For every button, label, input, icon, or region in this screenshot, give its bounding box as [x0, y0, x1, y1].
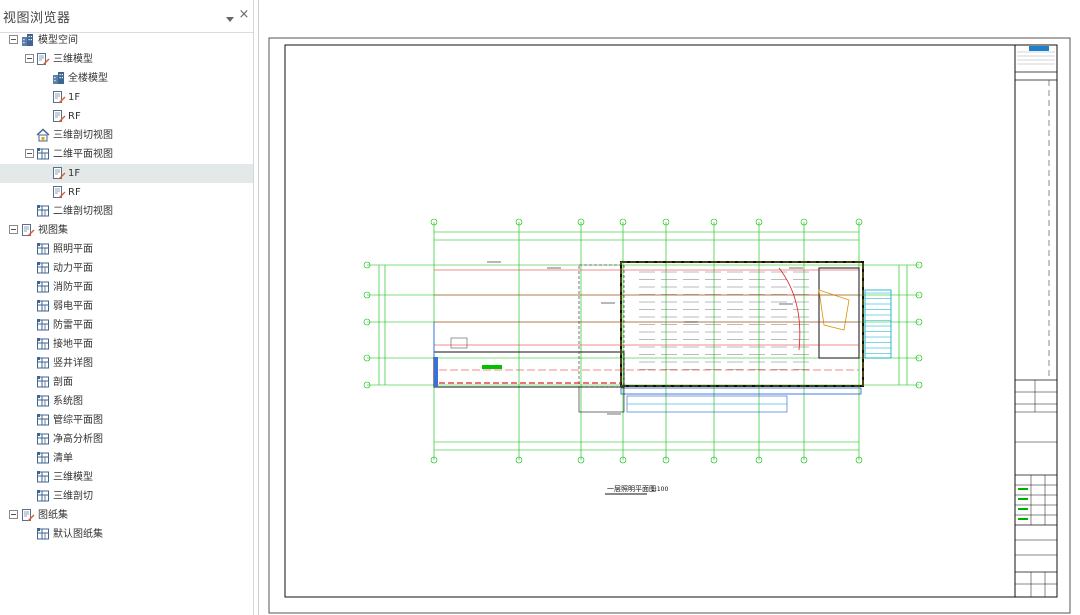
tree-item-label: 图纸集	[38, 510, 68, 521]
tree-item[interactable]: 剖面	[0, 373, 253, 392]
tree-item[interactable]: 动力平面	[0, 259, 253, 278]
tree-item-label: 1F	[68, 168, 81, 179]
tree-item[interactable]: 接地平面	[0, 335, 253, 354]
doc-edit-icon	[21, 508, 35, 522]
tree-item-label: 视图集	[38, 225, 68, 236]
sheet-outer-border	[268, 37, 1071, 614]
doc-edit-icon	[52, 90, 66, 104]
doc-edit-icon	[52, 109, 66, 123]
view-browser-panel: 视图浏览器 × 模型空间 三维模型 全楼模型 1F RF 三维剖切视图 二维平面视图 1F RF…	[0, 0, 254, 615]
plan-icon	[36, 337, 50, 351]
plan-icon	[36, 318, 50, 332]
tree-item[interactable]: 二维平面视图	[0, 145, 253, 164]
tree-item-label: 照明平面	[53, 244, 93, 255]
tree-item[interactable]: 三维模型	[0, 50, 253, 69]
tree-item-label: 模型空间	[38, 35, 78, 46]
dropdown-pin-icon[interactable]	[224, 10, 236, 22]
panel-header: 视图浏览器 ×	[0, 0, 253, 33]
tree-item-label: 1F	[68, 92, 81, 103]
plan-icon	[36, 356, 50, 370]
tree-item[interactable]: 默认图纸集	[0, 525, 253, 544]
tree-item-label: 二维平面视图	[53, 149, 113, 160]
tree-item-label: 二维剖切视图	[53, 206, 113, 217]
tree-item[interactable]: 全楼模型	[0, 69, 253, 88]
tree-item[interactable]: 净高分析图	[0, 430, 253, 449]
tree-item[interactable]: 消防平面	[0, 278, 253, 297]
doc-edit-icon	[21, 223, 35, 237]
plan-icon	[36, 242, 50, 256]
building-icon	[52, 71, 66, 85]
collapse-toggle-icon[interactable]	[25, 54, 34, 63]
plan-scale: 1:100	[651, 486, 668, 493]
tree-item[interactable]: 1F	[0, 88, 253, 107]
doc-edit-icon	[52, 166, 66, 180]
tree-item[interactable]: 三维剖切视图	[0, 126, 253, 145]
tree-item-label: 净高分析图	[53, 434, 103, 445]
drawing-sheet: 一层照明平面图 1:100	[268, 37, 1071, 614]
tree-item[interactable]: 照明平面	[0, 240, 253, 259]
plan-icon	[36, 489, 50, 503]
tree-item-label: RF	[68, 111, 81, 122]
tree-item-label: 三维模型	[53, 472, 93, 483]
plan-icon	[36, 299, 50, 313]
plan-title-group: 一层照明平面图 1:100	[605, 485, 668, 495]
tree-item-label: 全楼模型	[68, 73, 108, 84]
tree-item-label: 管综平面图	[53, 415, 103, 426]
tree-item-label: 系统图	[53, 396, 83, 407]
tree-item-label: RF	[68, 187, 81, 198]
collapse-toggle-icon[interactable]	[9, 225, 18, 234]
tree-item[interactable]: 视图集	[0, 221, 253, 240]
plan-icon	[36, 470, 50, 484]
drawing-canvas[interactable]: 一层照明平面图 1:100	[258, 0, 1080, 615]
tree-item[interactable]: 清单	[0, 449, 253, 468]
tree-item-label: 清单	[53, 453, 73, 464]
tree-item-label: 竖井详图	[53, 358, 93, 369]
tree-item-label: 消防平面	[53, 282, 93, 293]
tree-item[interactable]: 管综平面图	[0, 411, 253, 430]
tree-item-label: 三维剖切	[53, 491, 93, 502]
plan-icon	[36, 280, 50, 294]
tree-item[interactable]: 三维模型	[0, 468, 253, 487]
tree-item[interactable]: 1F	[0, 164, 253, 183]
house-icon	[36, 128, 50, 142]
tree-item[interactable]: 系统图	[0, 392, 253, 411]
close-icon[interactable]: ×	[238, 8, 250, 22]
plan-icon	[36, 147, 50, 161]
tree-item[interactable]: 二维剖切视图	[0, 202, 253, 221]
collapse-toggle-icon[interactable]	[9, 510, 18, 519]
tree-item[interactable]: 三维剖切	[0, 487, 253, 506]
plan-icon	[36, 204, 50, 218]
tree-item-label: 剖面	[53, 377, 73, 388]
plan-icon	[36, 432, 50, 446]
tree-item-label: 防雷平面	[53, 320, 93, 331]
tree-item-label: 三维剖切视图	[53, 130, 113, 141]
plan-title: 一层照明平面图	[607, 485, 656, 493]
tree-item-label: 弱电平面	[53, 301, 93, 312]
tree-item[interactable]: 防雷平面	[0, 316, 253, 335]
tree-item-label: 接地平面	[53, 339, 93, 350]
tree-item[interactable]: 图纸集	[0, 506, 253, 525]
tree-item-label: 默认图纸集	[53, 529, 103, 540]
tree-item[interactable]: 竖井详图	[0, 354, 253, 373]
tree-item[interactable]: 弱电平面	[0, 297, 253, 316]
plan-icon	[36, 261, 50, 275]
tree-item[interactable]: RF	[0, 107, 253, 126]
tree-item[interactable]: 模型空间	[0, 31, 253, 50]
collapse-toggle-icon[interactable]	[9, 35, 18, 44]
collapse-toggle-icon[interactable]	[25, 149, 34, 158]
tree-item-label: 三维模型	[53, 54, 93, 65]
doc-edit-icon	[52, 185, 66, 199]
building-icon	[21, 33, 35, 47]
doc-edit-icon	[36, 52, 50, 66]
plan-icon	[36, 394, 50, 408]
tree-item-label: 动力平面	[53, 263, 93, 274]
panel-title: 视图浏览器	[3, 11, 71, 26]
plan-icon	[36, 451, 50, 465]
plan-icon	[36, 413, 50, 427]
plan-icon	[36, 527, 50, 541]
plan-icon	[36, 375, 50, 389]
tree-item[interactable]: RF	[0, 183, 253, 202]
